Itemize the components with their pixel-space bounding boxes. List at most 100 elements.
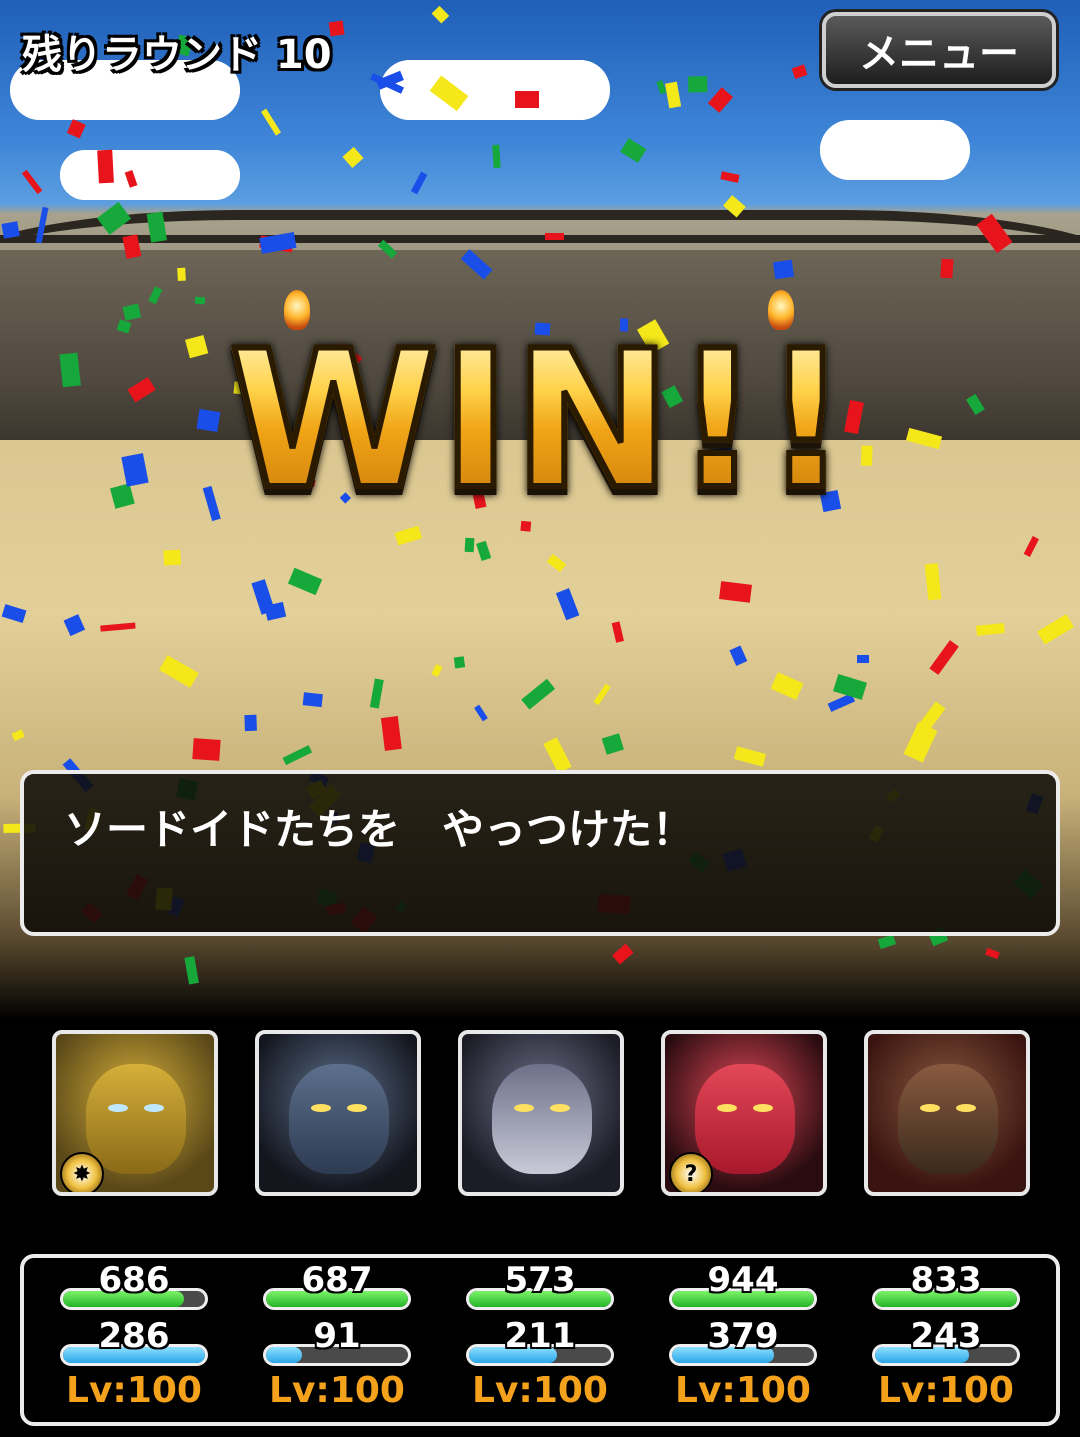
party-status-panel: 686 286 Lv:100 687 91 Lv:100 573 211 Lv:100 944 37… (20, 1254, 1060, 1426)
confetti-piece (460, 249, 493, 281)
confetti-piece (122, 303, 142, 321)
party-member-portrait[interactable] (458, 1030, 624, 1196)
eye-shape (108, 1104, 128, 1112)
eye-shape (514, 1104, 534, 1112)
party-member-portrait[interactable] (255, 1030, 421, 1196)
confetti-piece (612, 943, 634, 964)
mp-value: 286 (98, 1316, 170, 1356)
eye-shape (144, 1104, 164, 1112)
confetti-piece (976, 213, 1013, 254)
confetti-piece (929, 640, 959, 675)
confetti-piece (515, 91, 540, 108)
confetti-piece (546, 553, 566, 572)
confetti-piece (1037, 614, 1074, 645)
confetti-piece (146, 211, 168, 243)
confetti-piece (97, 149, 114, 184)
mp-value: 379 (707, 1316, 779, 1356)
confetti-piece (35, 206, 49, 244)
eye-shape (920, 1104, 940, 1112)
confetti-piece (924, 563, 942, 601)
confetti-piece (127, 376, 156, 403)
confetti-piece (431, 664, 443, 677)
confetti-piece (21, 169, 43, 195)
mp-value: 243 (910, 1316, 982, 1356)
eye-shape (717, 1104, 737, 1112)
confetti-piece (729, 645, 748, 667)
confetti-piece (342, 147, 364, 168)
eye-shape (347, 1104, 367, 1112)
confetti-piece (688, 76, 708, 93)
confetti-piece (1, 604, 27, 624)
confetti-piece (791, 64, 808, 79)
party-member-status: 573 211 Lv:100 (450, 1258, 614, 1422)
confetti-piece (264, 601, 287, 621)
warrior-portrait-icon (898, 1064, 998, 1174)
confetti-piece (601, 733, 624, 755)
dragon-portrait-icon (492, 1064, 592, 1174)
confetti-piece (11, 729, 25, 741)
confetti-piece (833, 673, 868, 701)
key-badge-icon: ? (669, 1152, 713, 1192)
mp-value: 91 (313, 1316, 361, 1356)
confetti-piece (194, 296, 206, 305)
confetti-piece (116, 319, 132, 334)
demon-portrait-icon (695, 1064, 795, 1174)
confetti-piece (369, 678, 384, 709)
confetti-piece (521, 679, 556, 710)
party-member-status: 944 379 Lv:100 (653, 1258, 817, 1422)
party-member-portrait[interactable] (864, 1030, 1030, 1196)
confetti-piece (857, 655, 870, 664)
confetti-piece (905, 427, 943, 450)
level-label: Lv:100 (878, 1370, 1014, 1411)
confetti-piece (593, 683, 611, 706)
confetti-piece (611, 621, 624, 643)
confetti-piece (99, 622, 136, 632)
confetti-piece (260, 108, 281, 136)
hp-value: 686 (98, 1260, 170, 1300)
level-label: Lv:100 (472, 1370, 608, 1411)
menu-button[interactable]: メニュー (822, 12, 1056, 88)
party-member-portrait[interactable]: ✸ (52, 1030, 218, 1196)
level-label: Lv:100 (269, 1370, 405, 1411)
confetti-piece (163, 549, 182, 566)
confetti-piece (183, 956, 199, 985)
battle-message-box[interactable]: ソードイドたちを やっつけた！ (20, 770, 1060, 936)
eye-shape (956, 1104, 976, 1112)
win-banner: WIN!! (200, 307, 880, 534)
sparkle-badge-icon: ✸ (60, 1152, 104, 1192)
vampire-portrait-icon (289, 1064, 389, 1174)
golem-portrait-icon (86, 1064, 186, 1174)
confetti-piece (282, 745, 313, 765)
hp-value: 944 (707, 1260, 779, 1300)
confetti-piece (474, 704, 488, 722)
confetti-piece (492, 144, 501, 169)
mp-value: 211 (504, 1316, 576, 1356)
level-label: Lv:100 (66, 1370, 202, 1411)
confetti-piece (720, 171, 740, 183)
confetti-piece (121, 453, 149, 487)
confetti-piece (464, 537, 475, 553)
confetti-piece (940, 258, 954, 279)
party-member-portrait[interactable]: ? (661, 1030, 827, 1196)
confetti-piece (656, 80, 667, 94)
confetti-piece (302, 692, 323, 708)
confetti-piece (176, 267, 186, 281)
confetti-piece (772, 259, 795, 280)
confetti-piece (411, 171, 428, 195)
confetti-piece (985, 947, 1000, 959)
party-member-status: 686 286 Lv:100 (44, 1258, 208, 1422)
confetti-piece (67, 119, 86, 139)
hp-value: 687 (301, 1260, 373, 1300)
confetti-piece (381, 716, 402, 751)
confetti-piece (722, 194, 746, 218)
confetti-piece (770, 672, 804, 701)
confetti-piece (1, 220, 20, 239)
party-member-status: 687 91 Lv:100 (247, 1258, 411, 1422)
confetti-piece (719, 581, 753, 603)
confetti-piece (124, 170, 138, 188)
confetti-piece (1023, 535, 1039, 558)
hp-value: 573 (504, 1260, 576, 1300)
confetti-piece (429, 75, 469, 112)
confetti-piece (555, 588, 580, 621)
confetti-piece (878, 934, 897, 950)
